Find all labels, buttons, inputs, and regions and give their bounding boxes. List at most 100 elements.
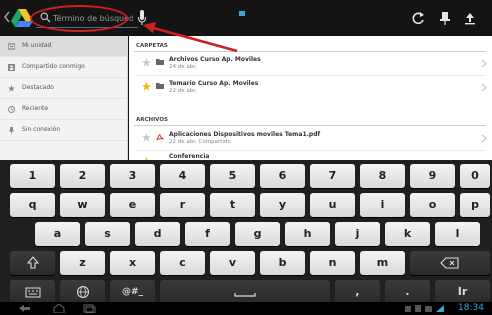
star-filled-icon[interactable] [142,82,151,91]
key-p[interactable]: p [460,193,490,217]
key-1[interactable]: 1 [10,164,55,188]
globe-icon [76,286,89,298]
key-v[interactable]: v [210,251,255,275]
row-divider [136,150,486,151]
key-f[interactable]: f [185,222,230,246]
key-o[interactable]: o [410,193,455,217]
drawer-item-compartido[interactable]: Compartido conmigo [0,57,128,78]
key-i[interactable]: i [360,193,405,217]
key-0[interactable]: 0 [460,164,490,188]
files-section-header: ARCHIVOS [136,117,168,123]
drawer-item-mi-unidad[interactable]: Mi unidad [0,36,128,57]
key-t[interactable]: t [210,193,255,217]
key-y[interactable]: y [260,193,305,217]
search-underline [36,27,138,28]
chevron-right-icon[interactable] [481,59,487,68]
key-9[interactable]: 9 [410,164,455,188]
row-divider [136,75,486,76]
key-3[interactable]: 3 [110,164,155,188]
key-8[interactable]: 8 [360,164,405,188]
keyboard-settings-key[interactable] [10,280,55,304]
key-u[interactable]: u [310,193,355,217]
space-icon [234,293,256,297]
upload-icon[interactable] [462,10,478,26]
drawer-item-label: Destacado [22,84,54,91]
key-d[interactable]: d [135,222,180,246]
space-key[interactable] [160,280,330,304]
star-outline-icon[interactable] [142,58,151,67]
drawer-item-reciente[interactable]: Reciente [0,99,128,120]
symbols-key[interactable]: @#_ [110,280,155,304]
go-key[interactable]: Ir [435,280,490,304]
drawer-item-label: Reciente [22,105,49,112]
file-date: 22 de abr. Compartido [169,139,231,145]
search-input[interactable] [53,9,133,27]
drawer-item-label: Compartido conmigo [22,63,85,70]
star-icon [8,85,15,92]
key-w[interactable]: w [60,193,105,217]
key-6[interactable]: 6 [260,164,305,188]
key-h[interactable]: h [285,222,330,246]
key-e[interactable]: e [110,193,155,217]
language-key[interactable] [60,280,105,304]
key-x[interactable]: x [110,251,155,275]
shift-key[interactable] [10,251,55,275]
drawer-item-destacado[interactable]: Destacado [0,78,128,99]
file-name: Aplicaciones Dispositivos moviles Tema1.… [169,131,321,138]
microphone-icon[interactable] [138,10,146,26]
drawer-item-label: Sin conexión [22,126,61,133]
search-icon [40,12,51,23]
file-row[interactable]: Aplicaciones Dispositivos moviles Tema1.… [129,128,492,150]
key-m[interactable]: m [360,251,405,275]
key-5[interactable]: 5 [210,164,255,188]
key-c[interactable]: c [160,251,205,275]
key-comma[interactable]: , [335,280,380,304]
key-r[interactable]: r [160,193,205,217]
refresh-icon[interactable] [410,10,426,26]
star-outline-icon[interactable] [142,133,151,142]
file-date: 24 de abr. [169,64,197,70]
chevron-right-icon[interactable] [481,134,487,143]
system-nav-bar: 18:34 [0,302,492,315]
key-k[interactable]: k [385,222,430,246]
drawer-item-sin-conexion[interactable]: Sin conexión [0,120,128,141]
navigation-drawer: Mi unidad Compartido conmigo Destacado R… [0,36,128,160]
key-s[interactable]: s [85,222,130,246]
key-n[interactable]: n [310,251,355,275]
key-g[interactable]: g [235,222,280,246]
shared-icon [8,64,15,71]
clock-icon [8,106,15,113]
key-2[interactable]: 2 [60,164,105,188]
notification-icons[interactable] [405,304,445,313]
key-7[interactable]: 7 [310,164,355,188]
search-box[interactable] [34,9,133,27]
flag-icon [239,11,245,16]
back-chevron-icon[interactable] [3,11,11,23]
pin-icon[interactable] [437,10,453,26]
section-divider [134,51,486,52]
folder-row[interactable]: Archivos Curso Ap. Moviles 24 de abr. [129,53,492,75]
shift-arrow-icon [26,256,39,269]
file-name: Archivos Curso Ap. Moviles [169,56,261,63]
pdf-icon [156,134,164,140]
key-j[interactable]: j [335,222,380,246]
key-z[interactable]: z [60,251,105,275]
action-bar [0,0,492,36]
clock-text: 18:34 [458,303,484,313]
key-period[interactable]: . [385,280,430,304]
backspace-icon [440,257,459,269]
key-l[interactable]: l [435,222,480,246]
key-a[interactable]: a [35,222,80,246]
recent-apps-icon[interactable] [82,304,96,313]
back-icon[interactable] [18,304,32,313]
backspace-key[interactable] [410,251,490,275]
home-icon[interactable] [52,304,66,313]
chevron-right-icon[interactable] [481,83,487,92]
folder-row[interactable]: Temario Curso Ap. Moviles 22 de abr. [129,77,492,99]
key-4[interactable]: 4 [160,164,205,188]
file-date: 22 de abr. [169,88,197,94]
key-b[interactable]: b [260,251,305,275]
key-q[interactable]: q [10,193,55,217]
file-list: CARPETAS Archivos Curso Ap. Moviles 24 d… [129,36,492,166]
drive-logo[interactable] [11,8,33,28]
